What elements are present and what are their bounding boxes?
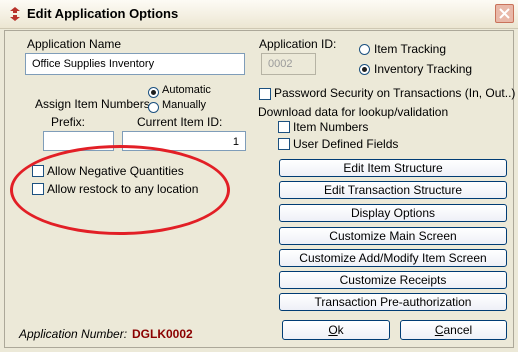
edit-transaction-structure-button[interactable]: Edit Transaction Structure: [279, 181, 507, 199]
cancel-button[interactable]: Cancel: [400, 320, 507, 340]
manually-radio[interactable]: [148, 102, 159, 113]
application-number-value: DGLK0002: [132, 327, 193, 341]
automatic-label: Automatic: [162, 84, 211, 96]
prefix-input[interactable]: [43, 131, 114, 151]
title-bar: Edit Application Options: [0, 0, 518, 29]
password-security-label: Password Security on Transactions (In, O…: [274, 86, 516, 100]
application-id-input: 0002: [261, 53, 316, 75]
item-numbers-label: Item Numbers: [293, 120, 369, 134]
current-item-id-input[interactable]: 1: [122, 131, 246, 151]
allow-negative-quantities-checkbox[interactable]: [32, 165, 44, 177]
application-number-label: Application Number:: [19, 327, 128, 341]
window-title: Edit Application Options: [27, 6, 179, 21]
application-name-input[interactable]: Office Supplies Inventory: [25, 53, 245, 75]
current-item-id-label: Current Item ID:: [137, 115, 223, 129]
user-defined-fields-label: User Defined Fields: [293, 137, 399, 151]
edit-application-options-window: Edit Application Options Application Nam…: [0, 0, 518, 352]
item-tracking-label: Item Tracking: [374, 42, 447, 56]
transaction-pre-authorization-button[interactable]: Transaction Pre-authorization: [279, 293, 507, 311]
item-tracking-radio[interactable]: [359, 44, 370, 55]
ok-label: k: [337, 323, 344, 337]
assign-item-numbers-label: Assign Item Numbers: [35, 97, 150, 111]
close-icon: [499, 8, 510, 19]
password-security-checkbox[interactable]: [259, 88, 271, 100]
inventory-tracking-radio[interactable]: [359, 64, 370, 75]
automatic-radio[interactable]: [148, 87, 159, 98]
ok-mnemonic: O: [328, 323, 338, 337]
customize-add-modify-item-screen-button[interactable]: Customize Add/Modify Item Screen: [279, 249, 507, 267]
download-data-label: Download data for lookup/validation: [258, 105, 449, 119]
prefix-label: Prefix:: [51, 115, 86, 129]
close-button[interactable]: [495, 4, 514, 23]
inventory-tracking-label: Inventory Tracking: [374, 62, 473, 76]
customize-main-screen-button[interactable]: Customize Main Screen: [279, 227, 507, 245]
allow-restock-label: Allow restock to any location: [47, 182, 199, 196]
edit-item-structure-button[interactable]: Edit Item Structure: [279, 159, 507, 177]
item-numbers-checkbox[interactable]: [278, 121, 290, 133]
app-icon: [10, 7, 20, 21]
manually-label: Manually: [162, 99, 207, 111]
allow-restock-checkbox[interactable]: [32, 183, 44, 195]
cancel-label: ancel: [443, 323, 473, 337]
options-panel: Application Name Office Supplies Invento…: [4, 30, 516, 348]
ok-button[interactable]: Ok: [282, 320, 390, 340]
application-id-label: Application ID:: [259, 37, 337, 51]
allow-negative-quantities-label: Allow Negative Quantities: [47, 164, 184, 178]
customize-receipts-button[interactable]: Customize Receipts: [279, 271, 507, 289]
display-options-button[interactable]: Display Options: [279, 204, 507, 222]
user-defined-fields-checkbox[interactable]: [278, 138, 290, 150]
application-name-label: Application Name: [27, 37, 122, 51]
